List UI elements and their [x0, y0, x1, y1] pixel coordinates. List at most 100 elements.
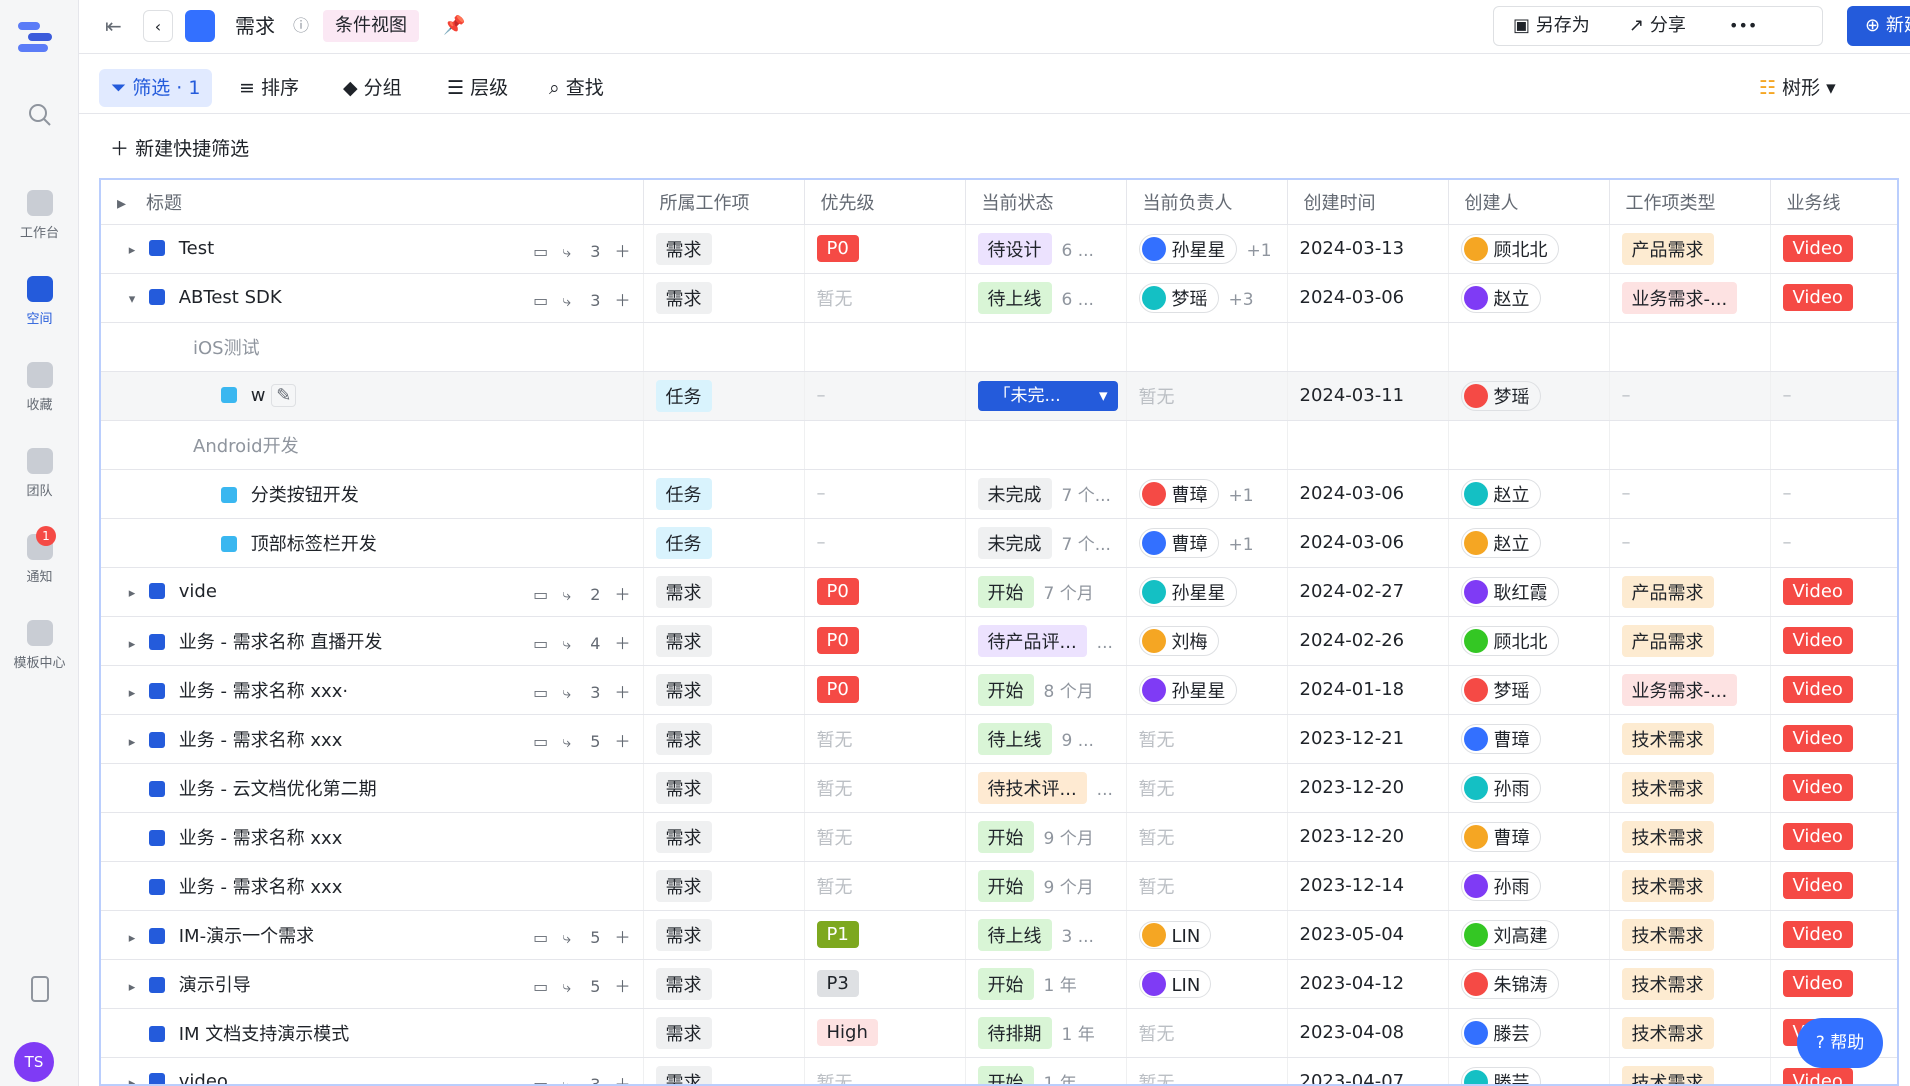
comment-icon[interactable]: ▭ — [533, 977, 548, 996]
line-badge[interactable]: Video — [1782, 872, 1853, 899]
type-badge[interactable]: 技术需求 — [1621, 771, 1714, 804]
line-badge[interactable]: Video — [1782, 774, 1853, 801]
creator-cell[interactable]: 曹璋 — [1448, 714, 1610, 764]
line-cell[interactable]: Video — [1770, 763, 1897, 813]
line-cell[interactable]: Video — [1770, 567, 1897, 617]
rail-item-workbench[interactable]: 工作台 — [0, 190, 79, 241]
item-cell[interactable]: 任务 — [643, 371, 805, 421]
subitem-count[interactable]: ⤷ 3 — [562, 242, 600, 261]
subitem-count[interactable]: ⤷ 2 — [562, 585, 600, 604]
owner-cell[interactable]: 刘梅 — [1126, 616, 1288, 666]
add-subitem-icon[interactable]: ＋ — [614, 634, 630, 653]
line-cell[interactable]: Video — [1770, 714, 1897, 764]
owner-chip[interactable]: 孙星星 — [1138, 576, 1237, 607]
status-cell[interactable]: 待排期 1 年 — [965, 1008, 1127, 1058]
item-cell[interactable]: 任务 — [643, 518, 805, 568]
creator-cell[interactable]: 梦瑶 — [1448, 371, 1610, 421]
rail-item-space[interactable]: 空间 — [0, 276, 79, 327]
mobile-icon[interactable] — [0, 976, 79, 1006]
status-cell[interactable]: 开始 1 年 — [965, 1057, 1127, 1084]
status-badge[interactable]: 开始 — [977, 575, 1034, 608]
owner-chip[interactable]: 孙星星 — [1138, 233, 1237, 264]
title-cell[interactable]: 业务 - 需求名称 xxx — [101, 861, 644, 911]
column-header-type[interactable]: 工作项类型 — [1609, 180, 1771, 225]
owner-cell[interactable]: 孙星星 +1 — [1126, 224, 1288, 274]
creator-cell[interactable]: 赵立 — [1448, 469, 1610, 519]
expand-arrow-icon[interactable]: ▸ — [121, 686, 143, 701]
status-badge[interactable]: 开始 — [977, 869, 1034, 902]
comment-icon[interactable]: ▭ — [533, 242, 548, 261]
group-button[interactable]: ◆ 分组 — [343, 69, 402, 107]
status-badge[interactable]: 待上线 — [977, 918, 1052, 951]
type-badge[interactable]: 技术需求 — [1621, 918, 1714, 951]
line-badge[interactable]: Video — [1782, 676, 1853, 703]
type-cell[interactable]: 技术需求 — [1609, 910, 1771, 960]
priority-badge[interactable]: P0 — [816, 676, 859, 703]
sort-button[interactable]: ≡ 排序 — [239, 69, 299, 107]
owner-cell[interactable]: 曹璋 +1 — [1126, 518, 1288, 568]
priority-badge[interactable]: P0 — [816, 235, 859, 262]
user-avatar[interactable]: TS — [14, 1042, 54, 1082]
title-cell[interactable]: 顶部标签栏开发 — [101, 518, 644, 568]
comment-icon[interactable]: ▭ — [533, 634, 548, 653]
creator-cell[interactable]: 孙雨 — [1448, 861, 1610, 911]
status-badge[interactable]: 待上线 — [977, 722, 1052, 755]
owner-cell[interactable]: 暂无 — [1126, 812, 1288, 862]
status-badge[interactable]: 未完成 — [977, 526, 1052, 559]
status-cell[interactable]: 开始 9 个月 — [965, 812, 1127, 862]
expand-arrow-icon[interactable]: ▾ — [121, 292, 143, 307]
view-tag[interactable]: 条件视图 — [323, 10, 419, 42]
type-cell[interactable]: – — [1609, 469, 1771, 519]
new-button[interactable]: ⊕ 新建 ▾ — [1847, 6, 1910, 46]
owner-chip[interactable]: 曹璋 — [1138, 527, 1219, 558]
creator-cell[interactable]: 滕芸 — [1448, 1057, 1610, 1084]
add-subitem-icon[interactable]: ＋ — [614, 928, 630, 947]
owner-chip[interactable]: LIN — [1138, 920, 1212, 949]
subitem-count[interactable]: ⤷ 5 — [562, 732, 600, 751]
title-text[interactable]: video — [179, 1071, 228, 1084]
comment-icon[interactable]: ▭ — [533, 585, 548, 604]
item-badge[interactable]: 需求 — [655, 869, 712, 902]
expand-arrow-icon[interactable]: ▸ — [121, 980, 143, 995]
type-cell[interactable]: 技术需求 — [1609, 812, 1771, 862]
help-button[interactable]: ? 帮助 — [1797, 1018, 1883, 1068]
status-cell[interactable]: 待上线 9 ... — [965, 714, 1127, 764]
owner-chip[interactable]: 刘梅 — [1138, 625, 1219, 656]
priority-badge[interactable]: P3 — [816, 970, 859, 997]
status-cell[interactable]: 待设计 6 ... — [965, 224, 1127, 274]
priority-cell[interactable]: High — [804, 1008, 966, 1058]
item-cell[interactable]: 需求 — [643, 714, 805, 764]
type-cell[interactable]: 技术需求 — [1609, 763, 1771, 813]
type-badge[interactable]: 技术需求 — [1621, 967, 1714, 1000]
item-badge[interactable]: 需求 — [655, 673, 712, 706]
line-cell[interactable]: – — [1770, 371, 1897, 421]
more-button[interactable]: ••• — [1729, 10, 1757, 42]
owner-cell[interactable]: LIN — [1126, 959, 1288, 1009]
type-cell[interactable]: – — [1609, 518, 1771, 568]
line-cell[interactable]: Video — [1770, 665, 1897, 715]
column-header-owner[interactable]: 当前负责人 — [1126, 180, 1288, 225]
line-cell[interactable]: – — [1770, 518, 1897, 568]
type-badge[interactable]: 产品需求 — [1621, 232, 1714, 265]
creator-chip[interactable]: 顾北北 — [1460, 625, 1559, 656]
status-cell[interactable]: 未完成 7 个... — [965, 469, 1127, 519]
type-badge[interactable]: 技术需求 — [1621, 1016, 1714, 1049]
status-dropdown[interactable]: 「未完... ▾ — [977, 380, 1118, 411]
title-text[interactable]: 业务 - 需求名称 直播开发 — [179, 632, 383, 653]
status-cell[interactable]: 「未完... ▾ — [965, 371, 1127, 421]
item-badge[interactable]: 需求 — [655, 232, 712, 265]
priority-cell[interactable]: P3 — [804, 959, 966, 1009]
line-badge[interactable]: Video — [1782, 578, 1853, 605]
owner-cell[interactable]: 孙星星 — [1126, 567, 1288, 617]
status-badge[interactable]: 待上线 — [977, 281, 1052, 314]
title-text[interactable]: 业务 - 需求名称 xxx — [179, 730, 343, 751]
owner-chip[interactable]: 梦瑶 — [1138, 282, 1219, 313]
expand-arrow-icon[interactable]: ▸ — [121, 586, 143, 601]
line-badge[interactable]: Video — [1782, 627, 1853, 654]
priority-cell[interactable]: – — [804, 469, 966, 519]
item-cell[interactable]: 需求 — [643, 567, 805, 617]
title-text[interactable]: 业务 - 需求名称 xxx — [179, 877, 343, 898]
status-cell[interactable]: 待产品评...... — [965, 616, 1127, 666]
status-cell[interactable]: 待上线 3 ... — [965, 910, 1127, 960]
type-badge[interactable]: 业务需求-... — [1621, 281, 1738, 314]
